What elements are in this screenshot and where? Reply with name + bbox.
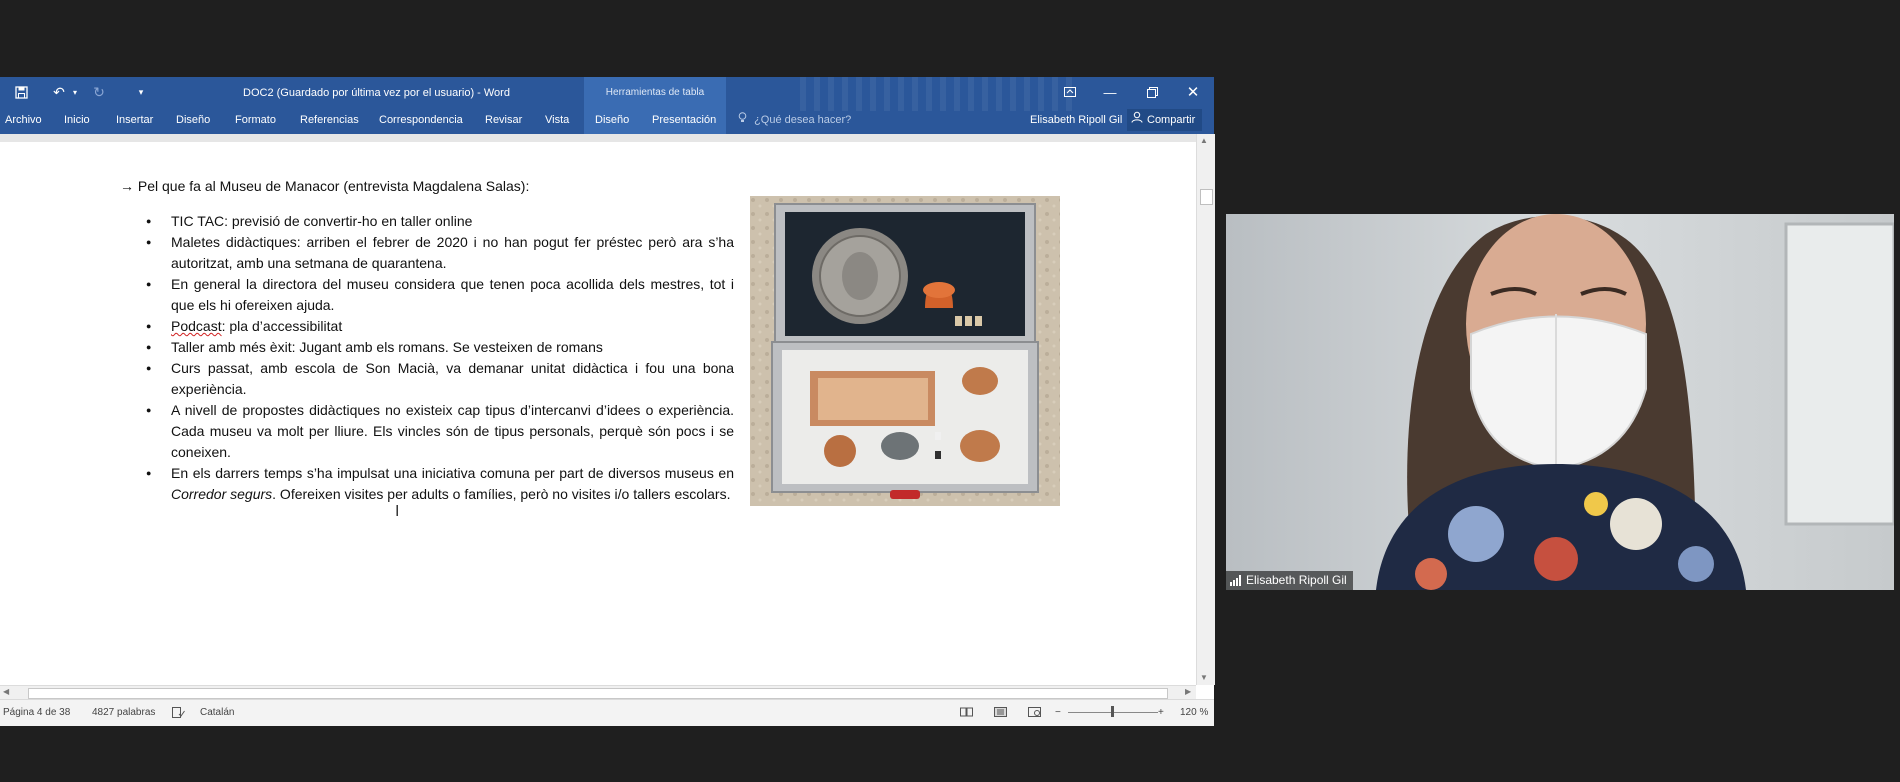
participant-video-frame [1226, 214, 1894, 590]
print-layout-icon[interactable] [994, 707, 1007, 720]
section-heading: → Pel que fa al Museu de Manacor (entrev… [120, 178, 530, 194]
tab-referencias[interactable]: Referencias [300, 111, 359, 129]
word-count[interactable]: 4827 palabras [92, 707, 155, 718]
scroll-down-icon[interactable]: ▼ [1200, 673, 1208, 682]
list-item: TIC TAC: previsió de convertir-ho en tal… [146, 211, 734, 232]
list-item: Curs passat, amb escola de Son Macià, va… [146, 358, 734, 400]
web-layout-icon[interactable] [1028, 707, 1041, 720]
vertical-scroll-thumb[interactable] [1200, 189, 1213, 205]
page-count[interactable]: Página 4 de 38 [3, 707, 70, 718]
title-bar: Herramientas de tabla ↶ ▾ ↻ ▾ DOC2 (Guar… [0, 77, 1214, 134]
tell-me-text: ¿Qué desea hacer? [754, 114, 852, 126]
participant-video[interactable] [1226, 214, 1894, 590]
zoom-level[interactable]: 120 % [1180, 707, 1208, 718]
tell-me-box[interactable]: ¿Qué desea hacer? [738, 111, 851, 129]
text-cursor-icon: I [395, 503, 400, 520]
tab-formato[interactable]: Formato [235, 111, 276, 129]
ribbon-display-icon[interactable] [1053, 80, 1087, 104]
share-label: Compartir [1147, 114, 1196, 126]
minimize-icon[interactable]: — [1093, 80, 1127, 104]
tab-presentacion[interactable]: Presentación [652, 111, 716, 129]
language-indicator[interactable]: Catalán [200, 707, 234, 718]
tab-vista[interactable]: Vista [545, 111, 569, 129]
zoom-out-icon[interactable]: − [1055, 707, 1061, 718]
list-item: Podcast: pla d’accessibilitat [146, 316, 734, 337]
scroll-left-icon[interactable]: ◀ [3, 687, 9, 696]
document-title: DOC2 (Guardado por última vez por el usu… [243, 87, 510, 99]
signed-in-user[interactable]: Elisabeth Ripoll Gil [1030, 111, 1122, 129]
ruler-area [0, 134, 1196, 142]
share-button[interactable]: Compartir [1127, 109, 1203, 131]
save-icon[interactable] [10, 82, 32, 102]
podcast-word: Podcast [171, 318, 222, 334]
customize-toolbar-icon[interactable]: ▾ [130, 82, 152, 102]
lightbulb-icon [738, 112, 750, 126]
context-group-label: Herramientas de tabla [605, 87, 705, 98]
scroll-up-icon[interactable]: ▲ [1200, 136, 1208, 145]
restore-icon[interactable] [1135, 80, 1169, 104]
zoom-slider-thumb[interactable] [1111, 706, 1114, 717]
participant-name: Elisabeth Ripoll Gil [1246, 573, 1347, 587]
tab-insertar[interactable]: Insertar [116, 111, 153, 129]
scroll-right-icon[interactable]: ▶ [1185, 687, 1191, 696]
horizontal-scrollbar[interactable]: ◀ ▶ [0, 685, 1196, 700]
person-icon [1131, 109, 1143, 131]
status-bar: Página 4 de 38 4827 palabras Catalán − +… [0, 699, 1214, 726]
list-item: Maletes didàctiques: arriben el febrer d… [146, 232, 734, 274]
zoom-in-icon[interactable]: + [1158, 707, 1164, 718]
arrow-icon: → [120, 178, 138, 194]
read-mode-icon[interactable] [960, 707, 973, 720]
list-item: En general la directora del museu consid… [146, 274, 734, 316]
undo-dropdown-icon[interactable]: ▾ [64, 82, 86, 102]
list-item: A nivell de propostes didàctiques no exi… [146, 400, 734, 463]
tab-inicio[interactable]: Inicio [64, 111, 90, 129]
horizontal-scroll-thumb[interactable] [28, 688, 1168, 699]
proofing-icon[interactable] [172, 707, 185, 721]
tab-archivo[interactable]: Archivo [5, 111, 42, 129]
word-window: Herramientas de tabla ↶ ▾ ↻ ▾ DOC2 (Guar… [0, 77, 1215, 726]
title-bar-decoration [800, 77, 1080, 111]
tab-revisar[interactable]: Revisar [485, 111, 522, 129]
participant-name-tag: Elisabeth Ripoll Gil [1226, 571, 1353, 590]
redo-icon[interactable]: ↻ [88, 82, 110, 102]
tab-diseno[interactable]: Diseño [176, 111, 210, 129]
close-icon[interactable]: ✕ [1176, 80, 1210, 104]
vertical-scrollbar[interactable]: ▲ ▼ [1196, 134, 1215, 685]
list-item: En els darrers temps s’ha impulsat una i… [146, 463, 734, 505]
suitcase-photo[interactable] [750, 196, 1060, 506]
bullet-list: TIC TAC: previsió de convertir-ho en tal… [146, 211, 734, 505]
tab-correspondencia[interactable]: Correspondencia [379, 111, 463, 129]
list-item: Taller amb més èxit: Jugant amb els roma… [146, 337, 734, 358]
tab-table-diseno[interactable]: Diseño [595, 111, 629, 129]
signal-strength-icon [1230, 575, 1241, 586]
